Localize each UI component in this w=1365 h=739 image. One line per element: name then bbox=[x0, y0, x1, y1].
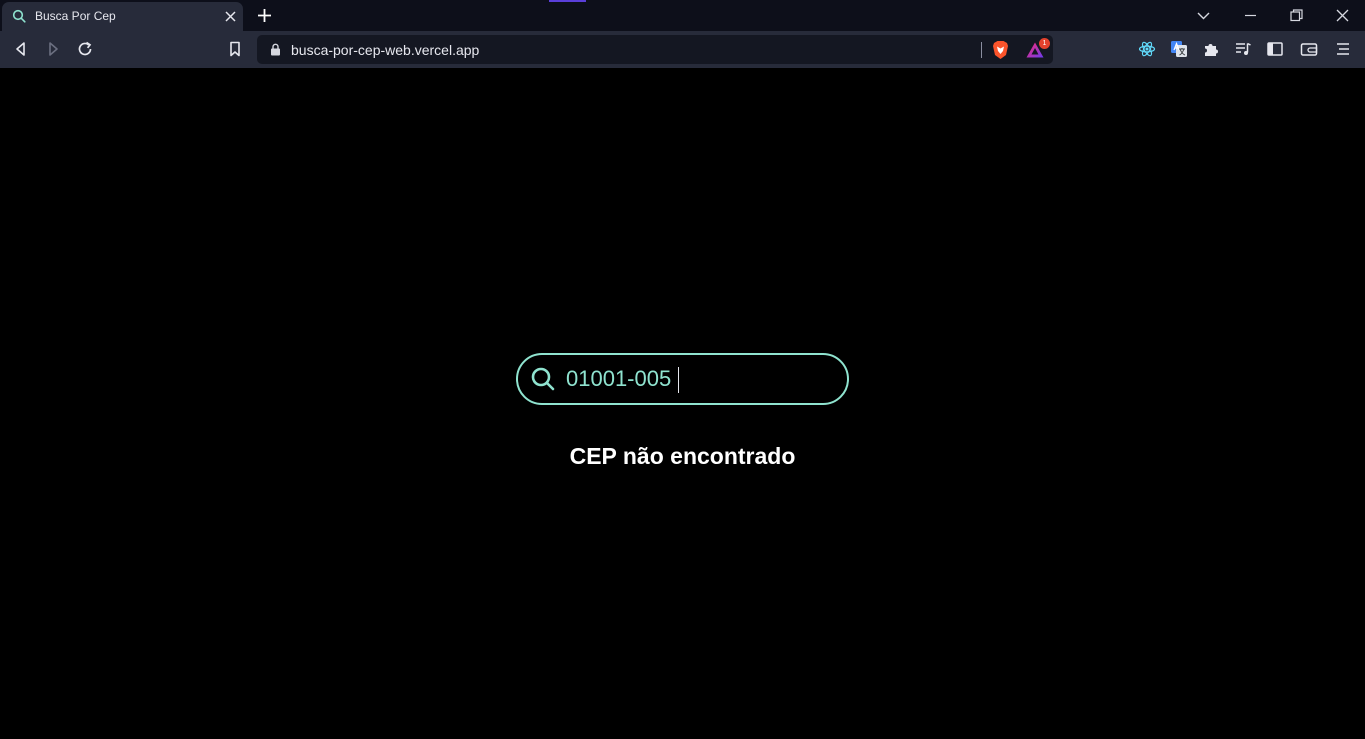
lock-icon[interactable] bbox=[270, 43, 281, 56]
brave-shields-icon[interactable] bbox=[991, 40, 1010, 60]
reload-icon[interactable] bbox=[76, 40, 94, 58]
cep-input[interactable] bbox=[566, 363, 836, 395]
tab-title: Busca Por Cep bbox=[35, 9, 116, 23]
minimize-icon[interactable] bbox=[1243, 8, 1258, 23]
browser-toolbar: busca-por-cep-web.vercel.app 1 bbox=[0, 31, 1365, 68]
rewards-badge: 1 bbox=[1039, 38, 1050, 49]
page-content: CEP não encontrado bbox=[0, 68, 1365, 739]
back-icon[interactable] bbox=[12, 40, 30, 58]
tab-search-chevron-icon[interactable] bbox=[1196, 8, 1211, 23]
forward-icon[interactable] bbox=[44, 40, 62, 58]
search-icon bbox=[12, 9, 26, 23]
close-window-icon[interactable] bbox=[1335, 8, 1350, 23]
tab-strip: Busca Por Cep bbox=[0, 0, 1365, 31]
cep-search-box[interactable] bbox=[516, 353, 849, 405]
search-icon bbox=[531, 367, 555, 391]
react-devtools-icon[interactable] bbox=[1138, 40, 1156, 58]
new-tab-icon[interactable] bbox=[257, 8, 272, 23]
address-bar-divider bbox=[981, 42, 982, 58]
address-bar[interactable]: busca-por-cep-web.vercel.app 1 bbox=[257, 35, 1053, 64]
url-text: busca-por-cep-web.vercel.app bbox=[291, 42, 480, 58]
close-tab-icon[interactable] bbox=[224, 10, 237, 23]
result-message: CEP não encontrado bbox=[569, 443, 796, 469]
extensions-icon[interactable] bbox=[1202, 40, 1220, 58]
bookmark-icon[interactable] bbox=[226, 40, 244, 58]
wallet-icon[interactable] bbox=[1300, 40, 1318, 58]
sidebar-icon[interactable] bbox=[1266, 40, 1284, 58]
menu-icon[interactable] bbox=[1334, 40, 1352, 58]
tab-active[interactable]: Busca Por Cep bbox=[2, 2, 243, 31]
google-translate-icon[interactable] bbox=[1170, 40, 1188, 58]
media-controls-icon[interactable] bbox=[1234, 40, 1252, 58]
text-caret bbox=[678, 367, 679, 393]
tab-strip-accent bbox=[549, 0, 586, 2]
restore-icon[interactable] bbox=[1289, 8, 1304, 23]
